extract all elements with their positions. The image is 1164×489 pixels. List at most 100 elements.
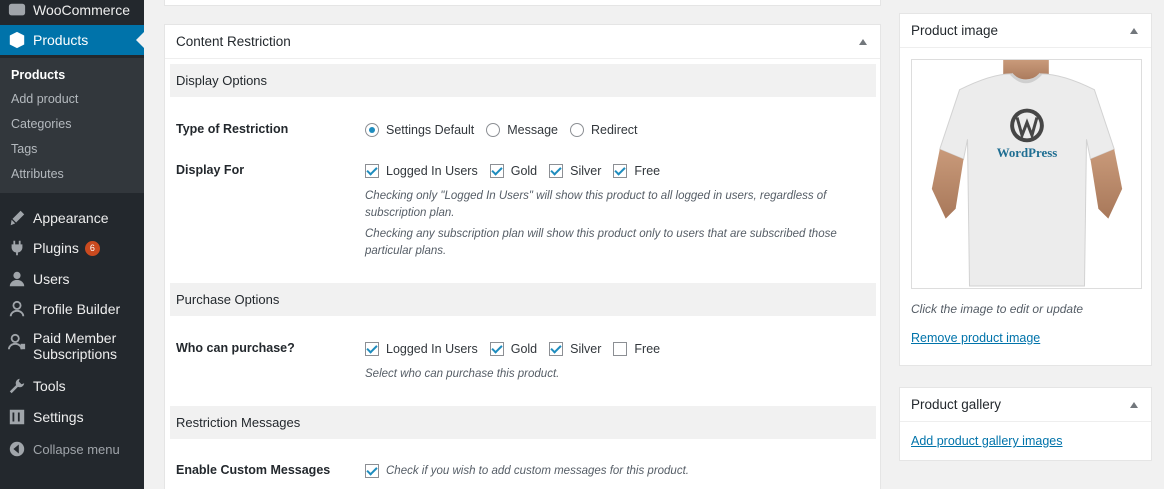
menu-tools-label: Tools <box>33 378 66 394</box>
menu-appearance[interactable]: Appearance <box>0 206 144 230</box>
radio-message[interactable]: Message <box>486 123 558 137</box>
menu-appearance-label: Appearance <box>33 210 109 226</box>
display-for-description-1: Checking only "Logged In Users" will sho… <box>365 190 827 219</box>
checkbox-display-gold[interactable]: Gold <box>489 164 538 178</box>
tshirt-logo-text: WordPress <box>997 146 1058 160</box>
radio-settings-default-label: Settings Default <box>386 123 475 137</box>
checkbox-display-free-label: Free <box>634 164 661 178</box>
wrench-icon <box>7 376 27 396</box>
collapse-toggle-icon[interactable] <box>859 38 867 45</box>
menu-tools[interactable]: Tools <box>0 374 144 398</box>
checkbox-purchase-free-label: Free <box>634 342 661 356</box>
product-image-box: Product image WordPress Click the image … <box>899 13 1152 366</box>
menu-profile-builder[interactable]: Profile Builder <box>0 297 144 321</box>
checkbox-icon[interactable] <box>365 342 379 356</box>
checkbox-display-logged-in-label: Logged In Users <box>386 164 478 178</box>
menu-users-label: Users <box>33 271 70 287</box>
collapse-menu-label: Collapse menu <box>33 441 120 457</box>
checkbox-purchase-logged-in-label: Logged In Users <box>386 342 478 356</box>
radio-icon[interactable] <box>486 123 501 137</box>
product-image-hint: Click the image to edit or update <box>911 302 1084 316</box>
restriction-messages-section: Restriction Messages <box>170 406 876 439</box>
submenu-products[interactable]: Products <box>11 68 65 82</box>
menu-profile-builder-label: Profile Builder <box>33 301 121 317</box>
settings-sliders-icon <box>7 407 27 427</box>
who-can-purchase-options: Logged In Users Gold Silver Free <box>365 342 672 356</box>
checkbox-display-silver-label: Silver <box>570 164 602 178</box>
radio-redirect[interactable]: Redirect <box>569 123 638 137</box>
remove-product-image-link[interactable]: Remove product image <box>911 331 1040 345</box>
checkbox-icon[interactable] <box>549 164 564 178</box>
display-for-label: Display For <box>176 163 245 177</box>
submenu-attributes[interactable]: Attributes <box>11 167 64 181</box>
menu-products[interactable]: Products <box>0 25 144 55</box>
admin-sidebar: WooCommerce Products Products Add produc… <box>0 0 144 489</box>
plugins-update-badge: 6 <box>84 240 100 256</box>
enable-custom-messages-option: Check if you wish to add custom messages… <box>365 464 701 478</box>
who-can-purchase-label: Who can purchase? <box>176 341 295 355</box>
previous-postbox <box>164 0 881 6</box>
checkbox-icon[interactable] <box>365 164 379 178</box>
checkbox-purchase-logged-in[interactable]: Logged In Users <box>365 342 478 356</box>
radio-icon[interactable] <box>365 123 379 137</box>
checkbox-display-silver[interactable]: Silver <box>549 164 601 178</box>
enable-custom-messages-desc: Check if you wish to add custom messages… <box>386 465 689 477</box>
checkbox-enable-custom-messages[interactable]: Check if you wish to add custom messages… <box>365 464 689 478</box>
checkbox-purchase-free[interactable]: Free <box>613 342 660 356</box>
display-for-description-2: Checking any subscription plan will show… <box>365 228 837 257</box>
product-gallery-box: Product gallery Add product gallery imag… <box>899 387 1152 461</box>
collapse-menu-button[interactable]: Collapse menu <box>0 437 144 461</box>
paintbrush-icon <box>7 208 27 228</box>
product-image-thumbnail[interactable]: WordPress <box>911 59 1142 289</box>
checkbox-icon[interactable] <box>489 342 504 356</box>
checkbox-icon[interactable] <box>489 164 504 178</box>
submenu-tags[interactable]: Tags <box>11 142 37 156</box>
checkbox-display-free[interactable]: Free <box>613 164 660 178</box>
product-image-header[interactable]: Product image <box>900 14 1151 48</box>
product-gallery-title: Product gallery <box>911 397 1002 412</box>
product-image-title: Product image <box>911 23 999 38</box>
menu-plugins-label: Plugins <box>33 240 79 256</box>
content-restriction-header[interactable]: Content Restriction <box>165 25 880 59</box>
checkbox-purchase-gold[interactable]: Gold <box>489 342 538 356</box>
tshirt-image: WordPress <box>931 60 1123 287</box>
members-icon <box>7 332 27 352</box>
checkbox-icon[interactable] <box>613 164 628 178</box>
purchase-options-section: Purchase Options <box>170 283 876 316</box>
radio-redirect-label: Redirect <box>590 123 638 137</box>
menu-settings[interactable]: Settings <box>0 405 144 429</box>
collapse-arrow-icon <box>7 439 27 459</box>
content-restriction-title: Content Restriction <box>176 34 291 49</box>
menu-paid-member-subscriptions[interactable]: Paid Member Subscriptions <box>0 330 144 368</box>
radio-message-label: Message <box>507 123 558 137</box>
menu-woocommerce[interactable]: WooCommerce <box>0 0 144 20</box>
radio-settings-default[interactable]: Settings Default <box>365 123 474 137</box>
menu-settings-label: Settings <box>33 409 84 425</box>
user-icon <box>7 269 27 289</box>
display-for-options: Logged In Users Gold Silver Free <box>365 164 672 178</box>
collapse-toggle-icon[interactable] <box>1130 27 1138 34</box>
who-can-purchase-description: Select who can purchase this product. <box>365 368 560 380</box>
checkbox-icon[interactable] <box>365 464 379 478</box>
add-product-gallery-images-link[interactable]: Add product gallery images <box>911 434 1062 448</box>
product-gallery-header[interactable]: Product gallery <box>900 388 1151 422</box>
checkbox-purchase-gold-label: Gold <box>510 342 538 356</box>
menu-plugins[interactable]: Plugins 6 <box>0 236 144 260</box>
box-icon <box>7 30 27 50</box>
menu-users[interactable]: Users <box>0 267 144 291</box>
checkbox-display-gold-label: Gold <box>510 164 538 178</box>
type-of-restriction-options: Settings Default Message Redirect <box>365 123 650 137</box>
enable-custom-messages-label: Enable Custom Messages <box>176 463 331 477</box>
plug-icon <box>7 238 27 258</box>
radio-icon[interactable] <box>569 123 584 137</box>
menu-pms-label: Paid Member Subscriptions <box>33 330 117 362</box>
checkbox-display-logged-in[interactable]: Logged In Users <box>365 164 478 178</box>
checkbox-purchase-silver[interactable]: Silver <box>549 342 601 356</box>
submenu-add-product[interactable]: Add product <box>11 92 78 106</box>
collapse-toggle-icon[interactable] <box>1130 401 1138 408</box>
products-submenu: Products Add product Categories Tags Att… <box>0 58 144 193</box>
checkbox-icon[interactable] <box>613 342 628 356</box>
submenu-categories[interactable]: Categories <box>11 117 71 131</box>
display-options-section: Display Options <box>170 64 876 97</box>
checkbox-icon[interactable] <box>549 342 564 356</box>
